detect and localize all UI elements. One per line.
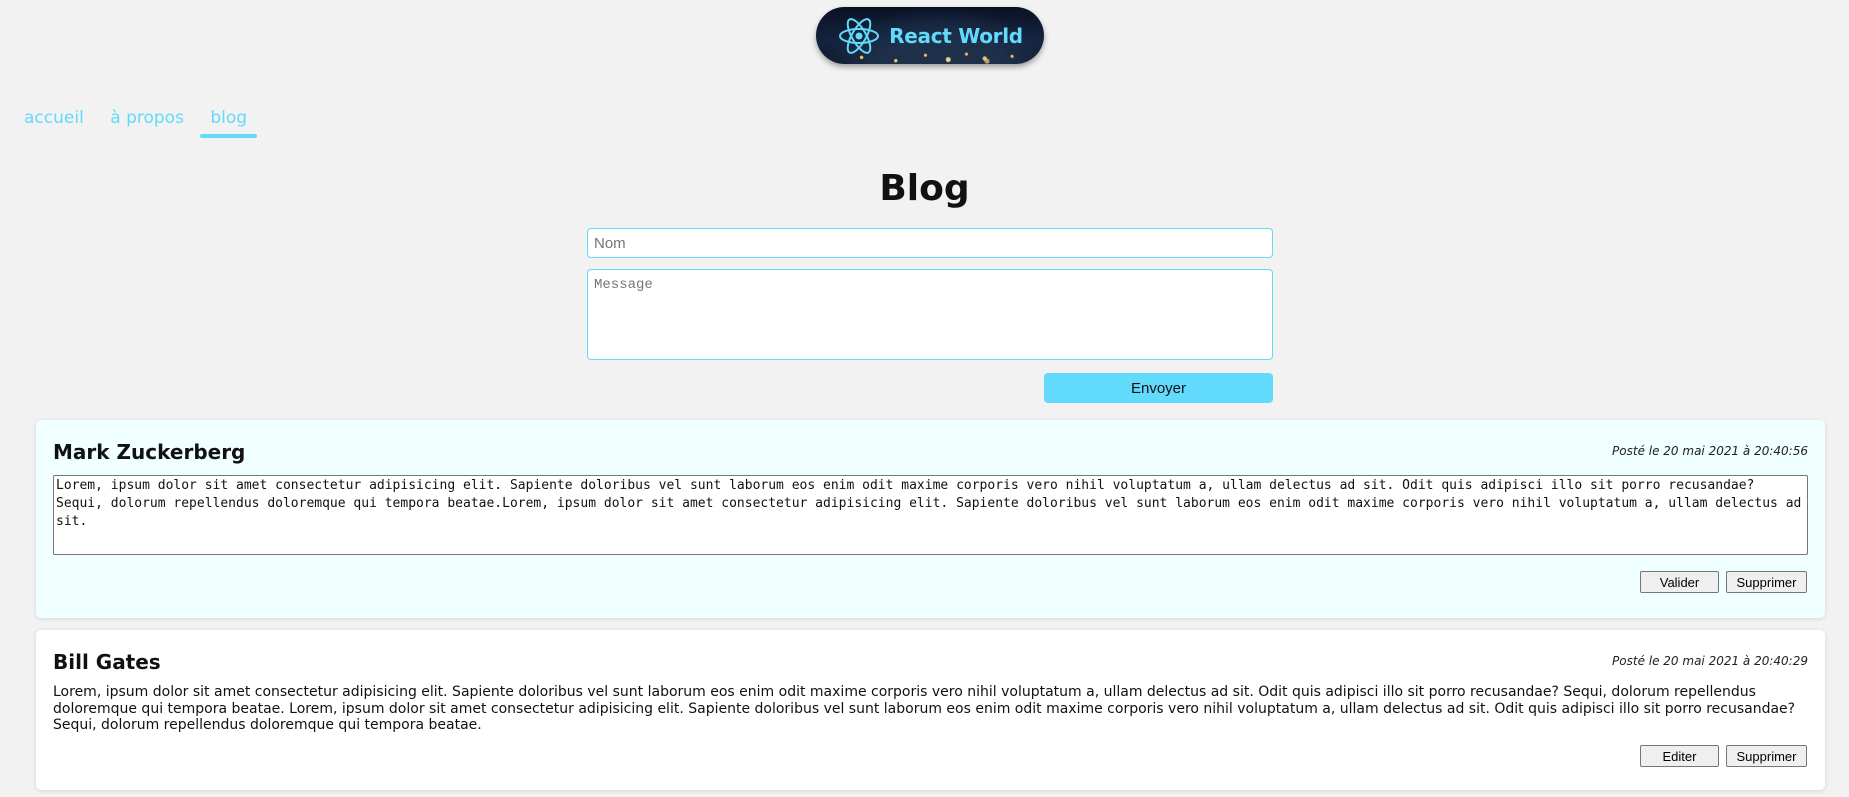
post-text: Lorem, ipsum dolor sit amet consectetur …: [53, 684, 1796, 733]
send-button[interactable]: Envoyer: [1044, 373, 1273, 403]
edit-button[interactable]: Editer: [1640, 745, 1719, 767]
post-card-editing: Mark Zuckerberg Posté le 20 mai 2021 à 2…: [36, 420, 1825, 618]
post-edit-textarea[interactable]: Lorem, ipsum dolor sit amet consectetur …: [53, 475, 1808, 555]
nav-link-accueil[interactable]: accueil: [14, 104, 94, 138]
post-date: Posté le 20 mai 2021 à 20:40:29: [1612, 654, 1808, 668]
post-card: Bill Gates Posté le 20 mai 2021 à 20:40:…: [36, 630, 1825, 790]
nav-link-a-propos[interactable]: à propos: [100, 104, 194, 138]
validate-button[interactable]: Valider: [1640, 571, 1719, 593]
delete-button[interactable]: Supprimer: [1726, 745, 1807, 767]
post-author: Mark Zuckerberg: [53, 440, 246, 464]
message-input[interactable]: [587, 269, 1273, 360]
main-nav: accueil à propos blog: [14, 104, 259, 140]
logo-text: React World: [889, 23, 1023, 48]
post-author: Bill Gates: [53, 650, 161, 674]
page-title: Blog: [879, 168, 970, 209]
post-date: Posté le 20 mai 2021 à 20:40:56: [1612, 444, 1808, 458]
react-atom-icon: [839, 17, 880, 54]
nav-link-blog[interactable]: blog: [200, 104, 257, 138]
delete-button[interactable]: Supprimer: [1726, 571, 1807, 593]
name-input[interactable]: [587, 228, 1273, 258]
site-logo[interactable]: React World: [816, 7, 1044, 64]
